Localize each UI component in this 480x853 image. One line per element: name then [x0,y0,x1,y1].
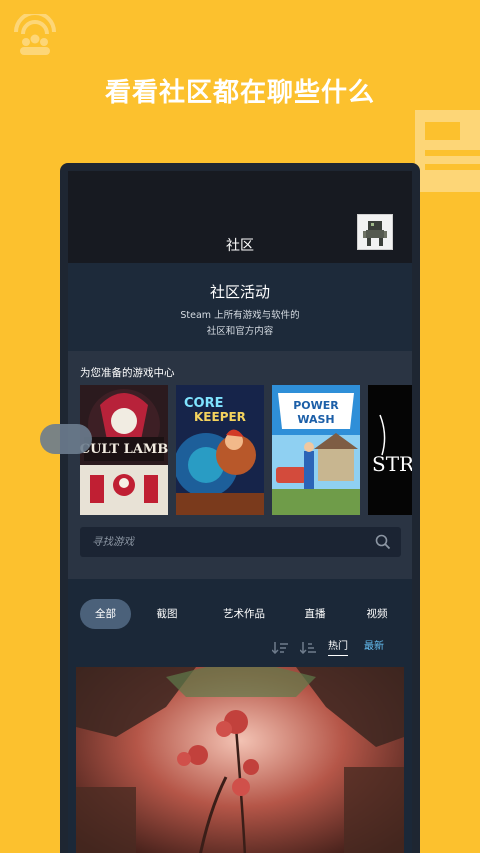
search-placeholder: 寻找游戏 [92,536,134,548]
document-icon [415,110,480,192]
community-icon [14,14,56,55]
powerwash-logo-text-2: WASH [297,413,334,426]
phone-frame: 社区 社区活动 Steam 上所有游戏与软件的 社区和官方内容 为您准备的游戏中… [60,163,420,853]
headline: 看看社区都在聊些什么 [104,78,375,108]
filter-tabs: 全部 截图 艺术作品 直播 视频 [80,599,400,629]
cult-of-the-lamb-logo-text: CULT LAMB [80,442,168,457]
community-description-line1: Steam 上所有游戏与软件的 [180,310,300,321]
artwork-image [76,667,404,853]
cult-of-the-lamb-cover: CULT LAMB [80,385,168,515]
sort-controls: 热门 最新 [272,639,402,657]
floating-bubble [40,424,92,454]
community-activity-panel: 社区活动 Steam 上所有游戏与软件的 社区和官方内容 [68,263,412,351]
powerwash-logo-text: POWER [293,399,339,412]
powerwash-simulator-cover: POWER WASH [272,385,360,515]
game-card-cult-of-the-lamb[interactable]: CULT LAMB [80,385,168,515]
game-card-powerwash-simulator[interactable]: POWER WASH [272,385,360,515]
game-card-stray[interactable]: STR [368,385,412,515]
sort-latest[interactable]: 最新 [364,639,384,655]
tab-screenshots[interactable]: 截图 [142,599,192,629]
core-keeper-logo-text: CORE [184,396,223,411]
tab-artwork[interactable]: 艺术作品 [208,599,280,629]
game-hub-section: 为您准备的游戏中心 CULT LAMB CORE KEEPER POWER WA… [68,351,412,579]
feed-artwork-image[interactable] [76,667,404,853]
app-screen: 社区 社区活动 Steam 上所有游戏与软件的 社区和官方内容 为您准备的游戏中… [68,171,412,853]
community-activity-heading: 社区活动 [209,283,270,301]
core-keeper-logo-text-2: KEEPER [194,410,246,424]
sort-descending-icon[interactable] [272,642,288,654]
avatar[interactable] [357,214,393,250]
search-icon[interactable] [375,534,391,550]
game-carousel[interactable]: CULT LAMB CORE KEEPER POWER WASH STR [80,385,412,515]
tab-broadcasts[interactable]: 直播 [290,599,340,629]
top-bar: 社区 [68,171,412,263]
stray-logo-text: STR [372,452,412,476]
tab-videos[interactable]: 视频 [352,599,402,629]
robot-avatar-icon [358,215,392,249]
community-description-line2: 社区和官方内容 [206,326,274,337]
sort-ascending-icon[interactable] [300,642,316,654]
game-card-core-keeper[interactable]: CORE KEEPER [176,385,264,515]
tab-all[interactable]: 全部 [80,599,131,629]
search-input[interactable]: 寻找游戏 [80,527,401,557]
game-hub-label: 为您准备的游戏中心 [80,367,175,379]
content-feed: 全部 截图 艺术作品 直播 视频 热门 最新 [68,579,412,853]
core-keeper-cover: CORE KEEPER [176,385,264,515]
sort-hot[interactable]: 热门 [328,639,348,656]
stray-cover: STR [368,385,412,515]
